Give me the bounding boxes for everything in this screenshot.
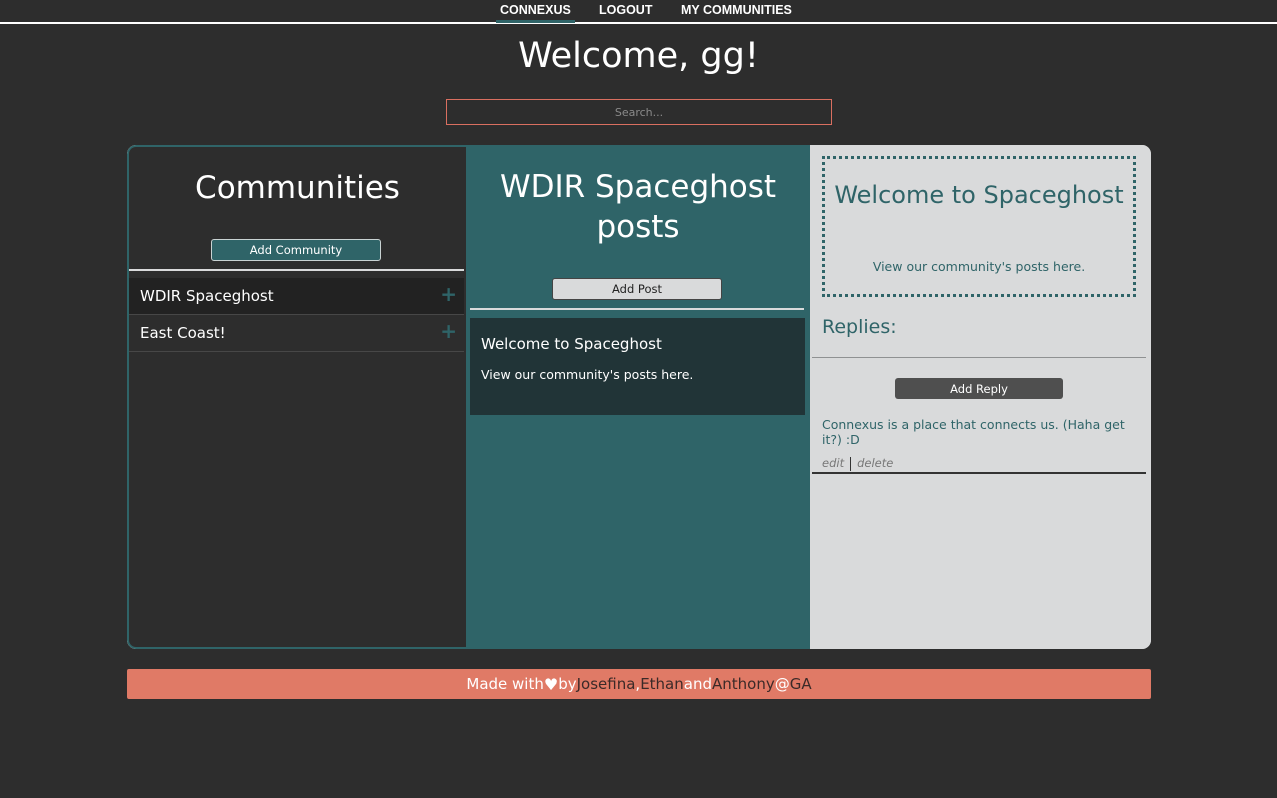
divider <box>812 357 1146 358</box>
communities-title: Communities <box>195 170 400 206</box>
footer-at: @ <box>774 675 790 693</box>
add-community-button[interactable]: Add Community <box>211 239 381 261</box>
posts-title: WDIR Spaceghost posts <box>499 169 777 245</box>
author-link-josefina[interactable]: Josefina <box>577 675 636 693</box>
nav-connexus[interactable]: CONNEXUS <box>496 3 575 23</box>
divider <box>129 269 464 271</box>
add-reply-button[interactable]: Add Reply <box>895 378 1063 399</box>
post-card[interactable]: Welcome to Spaceghost View our community… <box>470 318 805 415</box>
reply-actions: edit delete <box>822 456 893 471</box>
community-name: WDIR Spaceghost <box>140 287 274 305</box>
search-input[interactable] <box>446 99 832 125</box>
nav-logout[interactable]: LOGOUT <box>599 3 652 23</box>
footer-and: and <box>683 675 712 693</box>
plus-icon[interactable]: + <box>440 282 457 306</box>
divider <box>812 472 1146 474</box>
plus-icon[interactable]: + <box>440 319 457 343</box>
top-nav: CONNEXUS LOGOUT MY COMMUNITIES <box>0 0 1277 24</box>
author-link-anthony[interactable]: Anthony <box>712 675 775 693</box>
replies-label: Replies: <box>822 316 897 338</box>
add-post-button[interactable]: Add Post <box>552 278 722 300</box>
post-detail-box: Welcome to Spaceghost View our community… <box>822 156 1136 297</box>
post-detail-body: View our community's posts here. <box>872 259 1086 274</box>
post-detail-title: Welcome to Spaceghost <box>834 181 1124 209</box>
community-name: East Coast! <box>140 324 226 342</box>
divider <box>470 308 804 310</box>
post-detail-column: Welcome to Spaceghost View our community… <box>810 145 1151 649</box>
separator <box>850 456 852 471</box>
community-item-east-coast[interactable]: East Coast! + <box>129 315 464 352</box>
communities-column: Communities Add Community WDIR Spaceghos… <box>127 145 466 649</box>
edit-reply-link[interactable]: edit <box>822 456 844 470</box>
main-panel: Communities Add Community WDIR Spaceghos… <box>127 145 1151 649</box>
page-title: Welcome, gg! <box>518 36 759 76</box>
heart-icon: ♥ <box>543 674 559 694</box>
footer-made-with: Made with <box>466 675 544 693</box>
nav-my-communities[interactable]: MY COMMUNITIES <box>681 3 792 23</box>
reply-text: Connexus is a place that connects us. (H… <box>822 417 1125 447</box>
footer: Made with ♥ by Josefina, Ethan and Antho… <box>127 669 1151 699</box>
posts-column: WDIR Spaceghost posts Add Post Welcome t… <box>466 145 810 649</box>
org-link-ga[interactable]: GA <box>790 675 812 693</box>
post-body: View our community's posts here. <box>481 367 694 382</box>
community-item-wdir-spaceghost[interactable]: WDIR Spaceghost + <box>129 278 464 315</box>
author-link-ethan[interactable]: Ethan <box>640 675 684 693</box>
footer-by: by <box>558 675 577 693</box>
delete-reply-link[interactable]: delete <box>857 456 893 470</box>
post-title: Welcome to Spaceghost <box>481 335 662 353</box>
